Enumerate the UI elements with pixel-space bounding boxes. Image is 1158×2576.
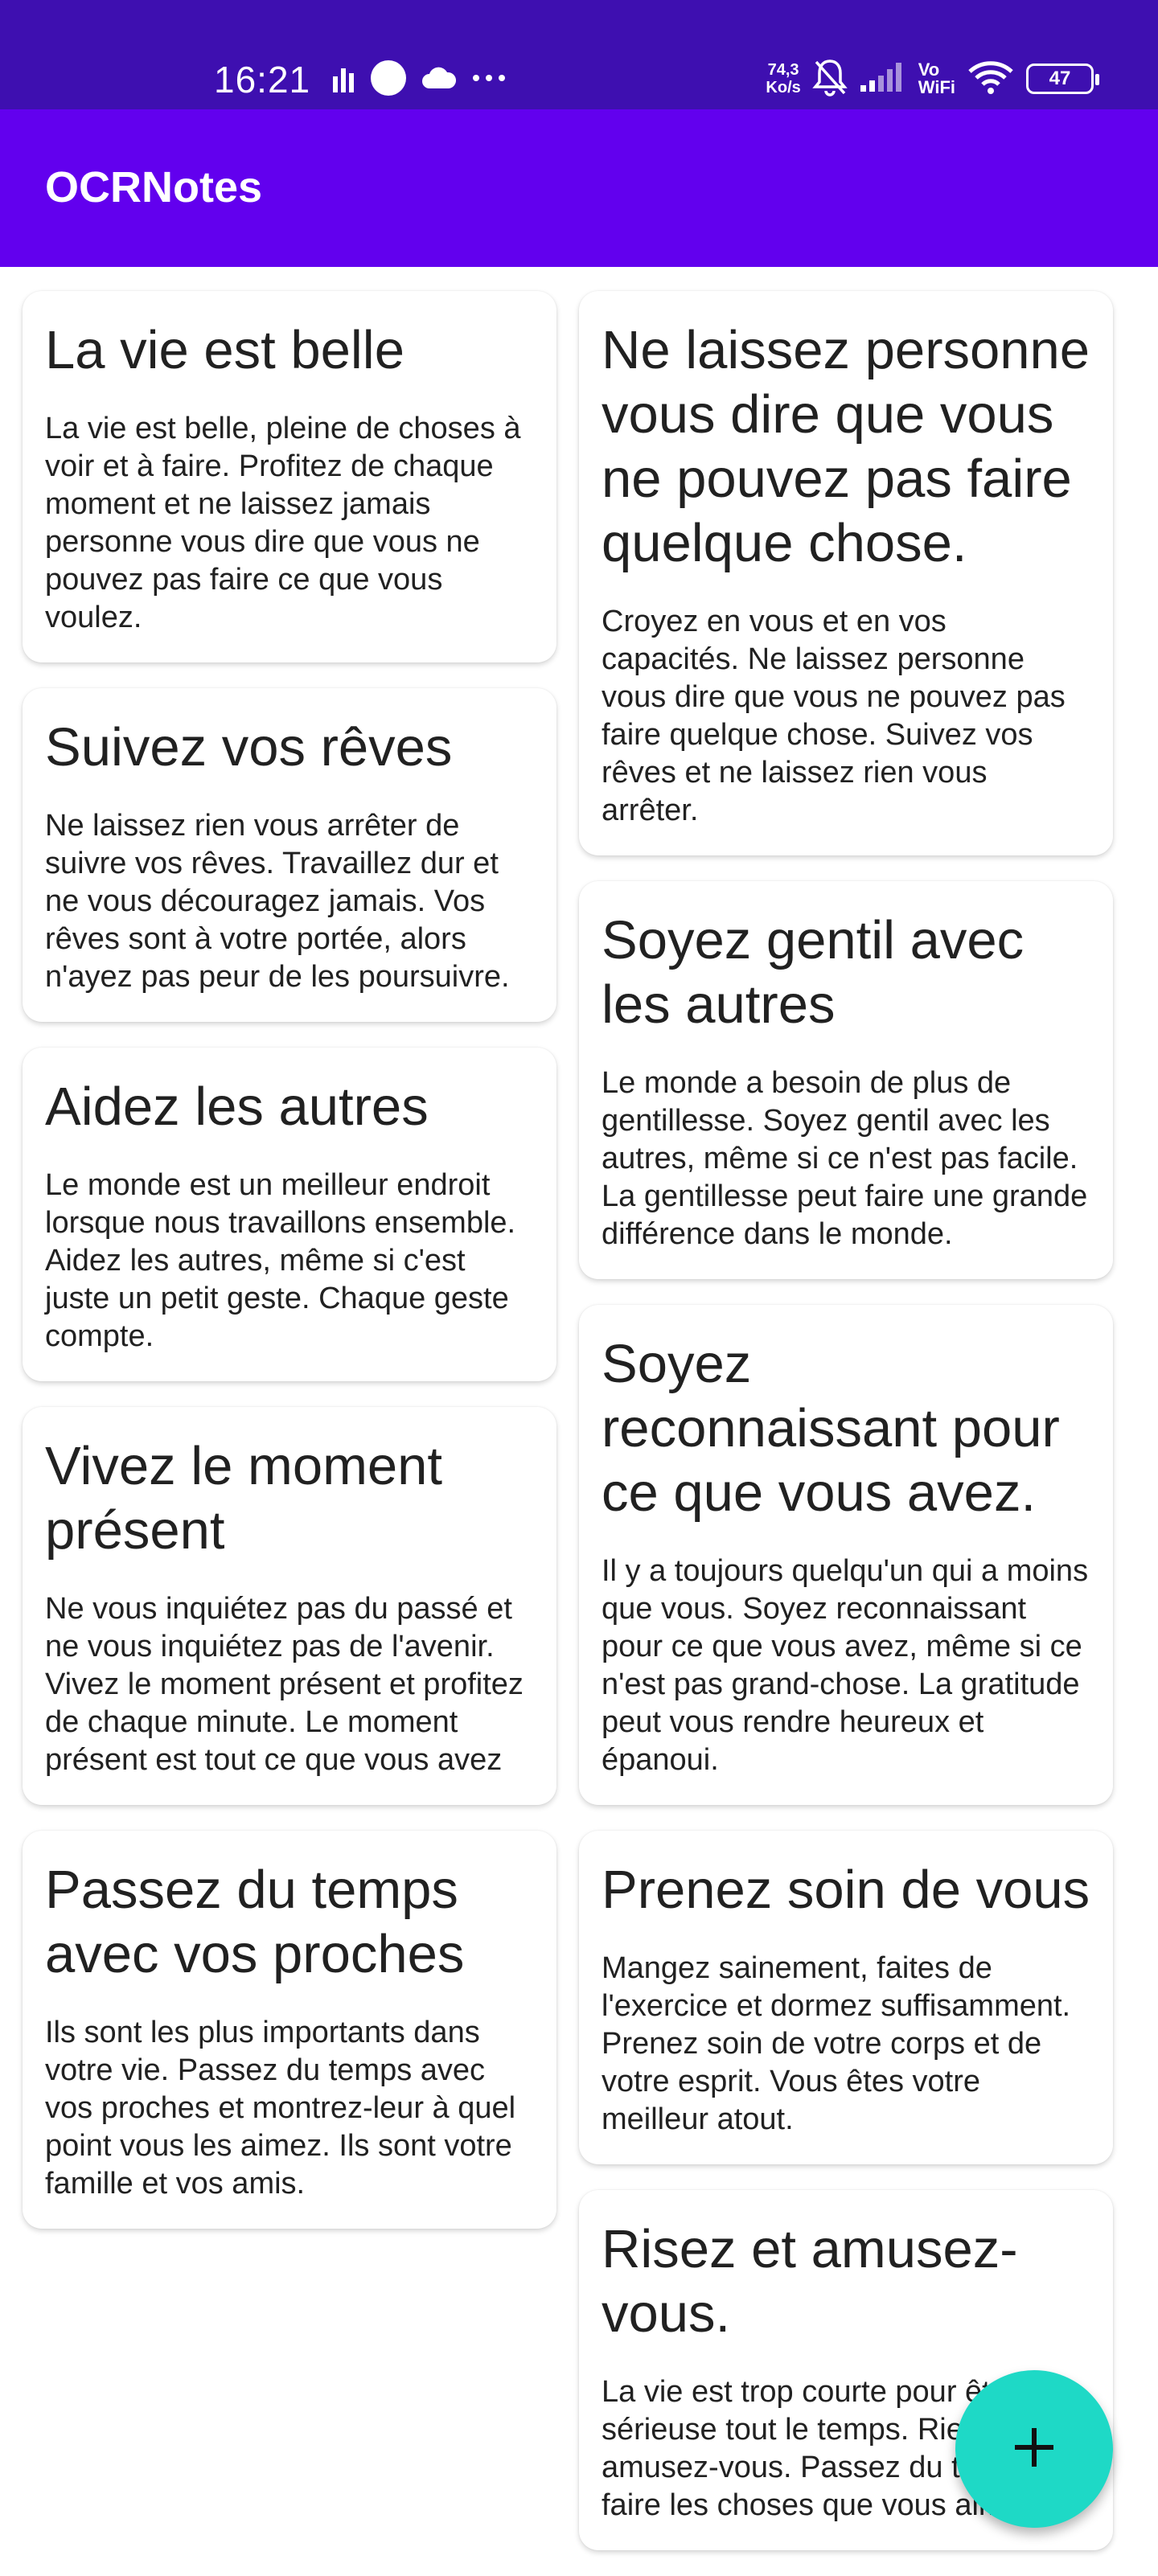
note-title: Passez du temps avec vos proches [45,1860,465,1984]
network-speed-unit: Ko/s [766,79,801,96]
note-card[interactable]: Ne laissez personne vous dire que vous n… [579,291,1113,855]
note-body: Le monde a besoin de plus de gentillesse… [602,1066,1088,1251]
note-body: Croyez en vous et en vos capacités. Ne l… [602,605,1066,827]
vowifi-top: Vo [918,59,940,80]
network-speed: 74,3 Ko/s [766,61,800,96]
notes-column-left: La vie est belle La vie est belle, plein… [23,291,556,2576]
note-body: Le monde est un meilleur endroit lorsque… [45,1168,516,1353]
notes-column-right: Ne laissez personne vous dire que vous n… [579,291,1113,2576]
note-body: Ne vous inquiétez pas du passé et ne vou… [45,1592,524,1777]
cloud-icon [421,66,457,94]
app-bar: OCRNotes [0,109,1158,267]
status-notification-icons [331,59,507,100]
note-title: Risez et amusez-vous. [602,2219,1018,2344]
battery-indicator: 47 [1026,64,1099,94]
wifi-icon [967,59,1015,100]
note-body: Ils sont les plus importants dans votre … [45,2016,516,2201]
note-body: Ne laissez rien vous arrêter de suivre v… [45,809,510,994]
vowifi-bottom: WiFi [918,77,955,97]
status-bar: 16:21 74,3 Ko/s Vo WiFi 47 [0,0,1158,109]
note-card[interactable]: Aidez les autres Le monde est un meilleu… [23,1048,556,1381]
plus-icon [1012,2425,1057,2474]
bell-off-icon [812,58,848,100]
note-body: Il y a toujours quelqu'un qui a moins qu… [602,1554,1089,1777]
vowifi-indicator: Vo WiFi [918,61,955,96]
note-title: Aidez les autres [45,1077,429,1137]
network-speed-value: 74,3 [767,61,799,79]
note-title: La vie est belle [45,320,404,380]
status-time: 16:21 [214,59,311,100]
app-title: OCRNotes [45,163,263,211]
status-system-icons: 74,3 Ko/s Vo WiFi 47 [766,56,1099,101]
note-card[interactable]: Prenez soin de vous Mangez sainement, fa… [579,1831,1113,2164]
note-title: Soyez reconnaissant pour ce que vous ave… [602,1334,1060,1523]
note-card[interactable]: La vie est belle La vie est belle, plein… [23,291,556,662]
note-card[interactable]: Soyez gentil avec les autres Le monde a … [579,881,1113,1279]
note-title: Vivez le moment présent [45,1436,443,1561]
note-card[interactable]: Soyez reconnaissant pour ce que vous ave… [579,1305,1113,1805]
more-dots-icon [471,72,507,87]
note-card[interactable]: Vivez le moment présent Ne vous inquiéte… [23,1407,556,1805]
battery-level: 47 [1049,68,1071,89]
note-title: Prenez soin de vous [602,1860,1090,1920]
note-card[interactable]: Suivez vos rêves Ne laissez rien vous ar… [23,688,556,1022]
signal-stats-icon [331,62,355,98]
note-title: Ne laissez personne vous dire que vous n… [602,320,1090,573]
notes-grid: La vie est belle La vie est belle, plein… [23,291,1137,2576]
note-body: Mangez sainement, faites de l'exercice e… [602,1951,1071,2136]
note-card[interactable]: Passez du temps avec vos proches Ils son… [23,1831,556,2229]
note-title: Suivez vos rêves [45,717,453,777]
cell-signal-icon [859,61,907,97]
circle-icon [370,59,407,100]
add-note-button[interactable] [955,2370,1113,2528]
note-title: Soyez gentil avec les autres [602,910,1025,1035]
note-body: La vie est belle, pleine de choses à voi… [45,412,521,634]
